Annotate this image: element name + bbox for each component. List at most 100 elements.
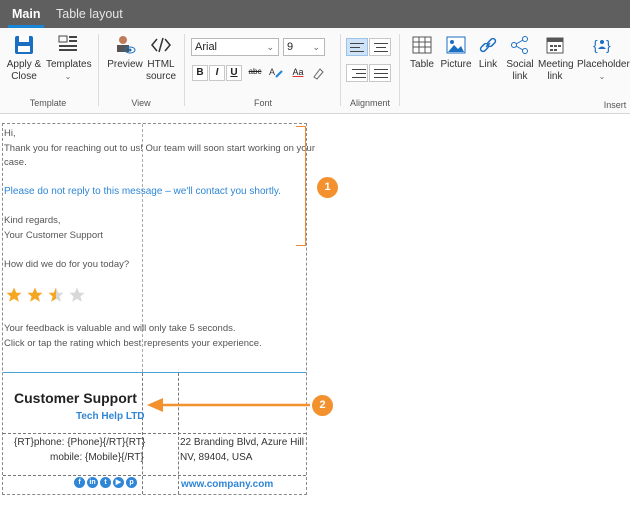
preview-icon (117, 36, 136, 54)
ribbon-tab-bar: Main Table layout (0, 0, 630, 28)
callout-badge-2: 2 (312, 395, 333, 416)
chevron-down-icon: ⌄ (266, 42, 274, 52)
icon-line (350, 51, 364, 52)
preview-button[interactable]: Preview (106, 34, 144, 71)
align-right-button[interactable] (346, 64, 368, 82)
picture-icon (446, 36, 466, 54)
table-row-divider (3, 475, 306, 476)
templates-icon (58, 35, 77, 51)
youtube-icon[interactable]: ▶ (113, 477, 124, 488)
icon-line (356, 73, 366, 74)
linkedin-icon[interactable]: in (87, 477, 98, 488)
insert-link-button[interactable]: Link (474, 34, 502, 71)
star-half-icon[interactable] (47, 286, 65, 304)
icon-line (376, 47, 386, 48)
align-left-button[interactable] (346, 38, 368, 56)
insert-group-label: Insert (603, 100, 627, 110)
divider (399, 34, 400, 106)
svg-text:}: } (606, 37, 611, 53)
chevron-down-icon: ⌄ (64, 72, 72, 81)
closing-text: Kind regards, (4, 215, 61, 226)
share-icon (511, 36, 528, 54)
greeting-text: Hi, (4, 128, 16, 139)
icon-line (350, 47, 360, 48)
link-icon (479, 37, 497, 53)
align-center-icon (374, 43, 388, 44)
placeholder-label: Placeholder (577, 59, 630, 70)
divider (98, 34, 99, 106)
table-label: Table (410, 59, 434, 70)
insert-table-button[interactable]: Table (406, 34, 438, 71)
html-source-label: HTML source (145, 59, 176, 82)
align-justify-button[interactable] (369, 64, 391, 82)
apply-close-button[interactable]: Apply & Close (6, 34, 42, 83)
insert-meeting-link-button[interactable]: Meeting link (538, 34, 574, 83)
svg-text:{: { (593, 37, 598, 53)
signature-mobile: mobile: {Mobile}{/RT} (50, 452, 144, 463)
picture-label: Picture (440, 59, 472, 70)
link-label: Link (478, 59, 498, 70)
bold-button[interactable]: B (192, 65, 208, 81)
question-text: How did we do for you today? (4, 259, 130, 270)
font-color-button[interactable]: Aa (288, 65, 308, 81)
icon-line (352, 77, 366, 78)
signature-company: Tech Help LTD (76, 411, 145, 422)
column-guide (142, 124, 143, 372)
body-text-line-2: case. (4, 157, 27, 168)
chevron-down-icon: ⌄ (598, 72, 606, 81)
signature-address-line-2: NV, 89404, USA (180, 452, 253, 463)
font-size-value: 9 (287, 41, 294, 53)
view-group-label: View (131, 98, 151, 108)
font-size-select[interactable]: 9 ⌄ (283, 38, 325, 56)
underline-button[interactable]: U (226, 65, 242, 81)
insert-placeholder-button[interactable]: { } Placeholder ⌄ (577, 34, 630, 83)
templates-button[interactable]: Templates ⌄ (46, 34, 92, 83)
divider (184, 34, 185, 106)
star-icon-2[interactable] (26, 286, 44, 304)
icon-line (374, 51, 388, 52)
eraser-icon (313, 68, 324, 80)
signature-name: Customer Support (14, 390, 137, 406)
callout-arrow (147, 398, 310, 412)
font-group-label: Font (253, 98, 272, 108)
ribbon: Apply & Close Templates ⌄ Template Previ… (0, 28, 630, 114)
preview-label: Preview (107, 59, 143, 70)
placeholder-icon: { } (593, 37, 611, 53)
italic-button[interactable]: I (209, 65, 225, 81)
twitter-icon[interactable]: t (100, 477, 111, 488)
sender-text: Your Customer Support (4, 230, 103, 241)
table-row-divider (3, 433, 306, 434)
eraser-button[interactable] (310, 65, 326, 81)
callout-bracket (296, 126, 306, 246)
strikethrough-button[interactable]: abc (245, 65, 265, 81)
font-family-select[interactable]: Arial ⌄ (191, 38, 279, 56)
meeting-link-label: Meeting link (538, 59, 574, 82)
pinterest-icon[interactable]: p (126, 477, 137, 488)
highlight-button[interactable]: A (268, 65, 284, 81)
calendar-icon (546, 37, 564, 54)
align-justify-icon (374, 69, 388, 70)
save-icon (15, 36, 33, 54)
star-icon-1[interactable] (5, 286, 23, 304)
signature-address-line-1: 22 Branding Blvd, Azure Hill (180, 437, 304, 448)
align-right-icon (352, 69, 366, 70)
insert-picture-button[interactable]: Picture (440, 34, 472, 71)
body-text-line-1: Thank you for reaching out to us! Our te… (4, 143, 316, 154)
divider (340, 34, 341, 106)
chevron-down-icon: ⌄ (312, 42, 320, 52)
alignment-group-label: Alignment (349, 98, 391, 108)
tab-main[interactable]: Main (7, 0, 46, 28)
svg-text:A: A (269, 67, 275, 77)
star-empty-icon-4[interactable] (68, 286, 86, 304)
signature-website[interactable]: www.company.com (181, 479, 273, 490)
feedback-text-line-1: Your feedback is valuable and will only … (4, 323, 236, 334)
align-left-icon (350, 43, 364, 44)
html-source-button[interactable]: HTML source (145, 34, 177, 83)
notice-text: Please do not reply to this message – we… (4, 186, 281, 197)
insert-social-link-button[interactable]: Social link (505, 34, 535, 83)
icon-line (374, 73, 388, 74)
facebook-icon[interactable]: f (74, 477, 85, 488)
tab-table-layout[interactable]: Table layout (56, 0, 123, 28)
social-link-label: Social link (506, 59, 534, 82)
align-center-button[interactable] (369, 38, 391, 56)
